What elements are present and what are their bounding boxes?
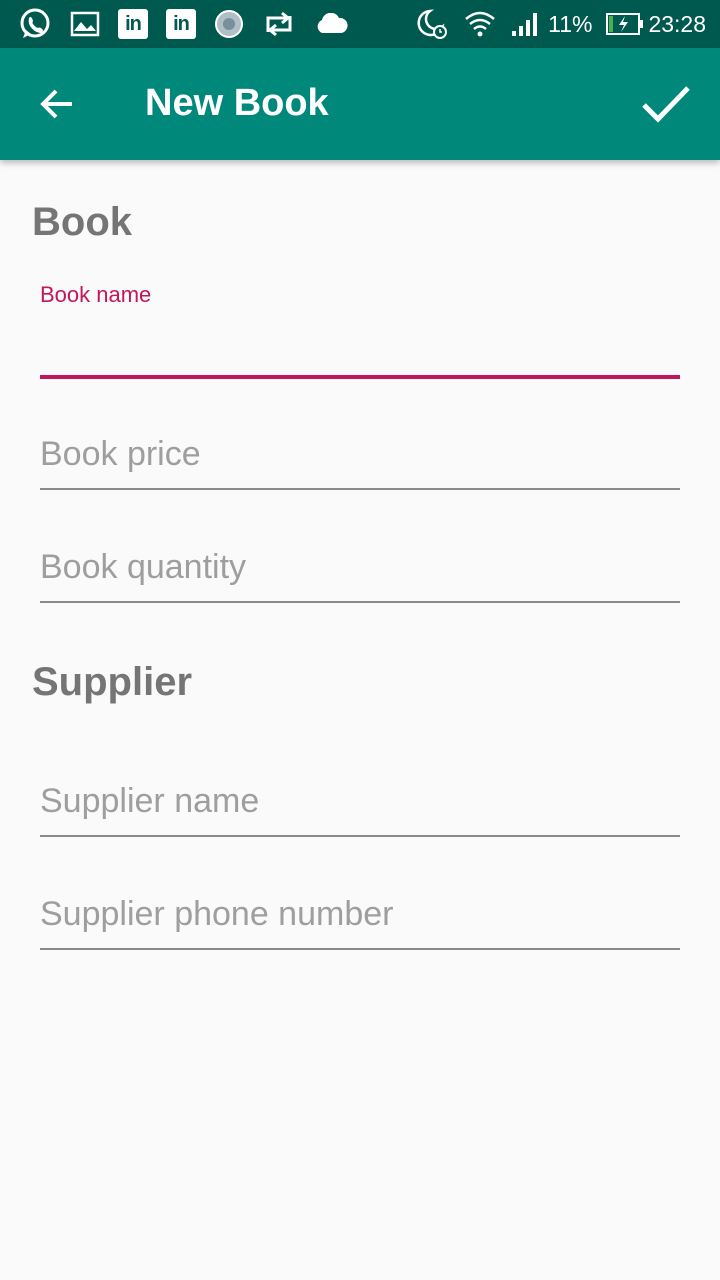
night-alarm-icon xyxy=(414,8,450,40)
whatsapp-icon xyxy=(18,7,52,41)
page-title: New Book xyxy=(145,82,329,124)
clock: 23:28 xyxy=(648,10,706,37)
section-title-book: Book xyxy=(32,200,132,244)
arrow-back-icon xyxy=(40,89,72,119)
book-price-placeholder[interactable]: Book price xyxy=(40,432,680,490)
system-icons: 11% 23:28 xyxy=(400,8,706,40)
section-title-supplier: Supplier xyxy=(32,660,193,704)
supplier-name-field[interactable]: Supplier name xyxy=(40,779,680,837)
supplier-name-placeholder[interactable]: Supplier name xyxy=(40,779,680,837)
save-button[interactable] xyxy=(634,74,698,134)
cloud-icon xyxy=(314,13,348,35)
linkedin-icon: in xyxy=(118,9,148,39)
notification-icons: in in xyxy=(18,7,366,41)
book-name-underline xyxy=(40,375,680,379)
book-name-label: Book name xyxy=(40,282,152,307)
battery-percent: 11% xyxy=(548,10,593,37)
linkedin-icon: in xyxy=(166,9,196,39)
image-icon xyxy=(70,11,100,37)
supplier-phone-field[interactable]: Supplier phone number xyxy=(40,892,680,950)
signal-icon xyxy=(510,11,540,37)
check-icon xyxy=(642,86,690,123)
app-icon xyxy=(214,9,244,39)
book-quantity-field[interactable]: Book quantity xyxy=(40,545,680,603)
book-quantity-placeholder[interactable]: Book quantity xyxy=(40,545,680,603)
book-name-field[interactable]: Book name xyxy=(40,282,680,308)
supplier-phone-placeholder[interactable]: Supplier phone number xyxy=(40,892,680,950)
status-bar: in in 11% 23:28 xyxy=(0,0,720,48)
retweet-icon xyxy=(262,10,296,38)
battery-charging-icon xyxy=(606,12,644,36)
book-price-field[interactable]: Book price xyxy=(40,432,680,490)
back-button[interactable] xyxy=(24,76,88,132)
app-bar: New Book xyxy=(0,48,720,160)
wifi-icon xyxy=(464,9,496,39)
